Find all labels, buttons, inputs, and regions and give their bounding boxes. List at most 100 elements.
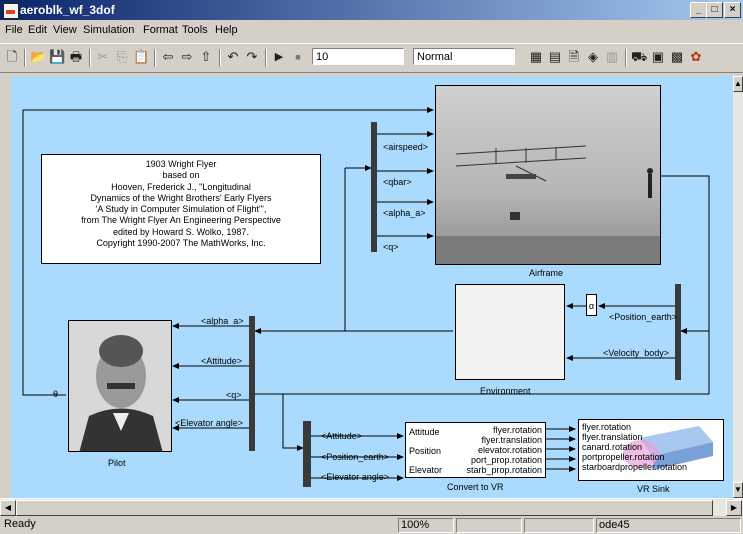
copy-icon[interactable]: ⎘ (114, 49, 130, 65)
port-label-flyer-translation: flyer.translation (481, 435, 542, 445)
back-arrow-icon[interactable]: ⇦ (160, 49, 176, 65)
start-simulation-icon[interactable]: ▶ (271, 49, 287, 65)
paste-icon[interactable]: 📋 (133, 49, 149, 65)
port-label-port-prop-rotation: port_prop.rotation (470, 455, 542, 465)
signal-label-elevator-angle: <Elevator angle> (321, 472, 390, 482)
open-folder-icon[interactable]: 📂 (30, 49, 46, 65)
signal-line (282, 394, 304, 451)
wright-flyer-photo (436, 145, 660, 264)
save-icon[interactable]: 💾 (49, 49, 65, 65)
note-line: edited by Howard S. Wolko, 1987. (113, 226, 249, 237)
environment-block[interactable] (455, 284, 565, 380)
stop-time-input[interactable]: 10 (312, 48, 404, 65)
status-panel (524, 518, 594, 533)
pilot-label: Pilot (108, 458, 126, 468)
signal-label-q: <q> (383, 242, 399, 252)
profiler-icon[interactable]: ✿ (688, 49, 704, 65)
menu-view[interactable]: View (53, 24, 77, 36)
model-advisor-icon[interactable]: 🗎 (566, 49, 582, 65)
signal-label-alpha-a: <alpha_a> (201, 316, 244, 326)
title-bar: aeroblk_wf_3dof _ □ × (0, 0, 743, 20)
convert-to-vr-block[interactable]: Attitude Position Elevator flyer.rotatio… (405, 422, 546, 478)
pilot-portrait (79, 335, 163, 451)
signal-label-theta: θ (53, 389, 59, 399)
scroll-down-icon[interactable]: ▼ (733, 482, 743, 498)
port-label-starb-prop-rotation: starb_prop.rotation (466, 465, 542, 475)
toolbar-separator (154, 49, 156, 67)
scroll-left-icon[interactable]: ◀ (0, 500, 16, 516)
port-label-attitude: Attitude (409, 427, 440, 437)
menu-tools[interactable]: Tools (182, 24, 208, 36)
delay-block[interactable]: α (586, 294, 597, 316)
signal-label-attitude: <Attitude> (321, 431, 363, 441)
debug-icon[interactable]: ⛟ (631, 49, 647, 65)
environment-bus-selector[interactable] (675, 284, 681, 380)
print-icon[interactable]: 🖶 (68, 49, 84, 65)
vr-sink-label: VR Sink (637, 484, 670, 494)
up-arrow-icon[interactable]: ⇧ (198, 49, 214, 65)
scroll-up-icon[interactable]: ▲ (733, 76, 743, 92)
horizontal-scrollbar[interactable]: ◀ ▶ (0, 498, 743, 517)
vr-sink-block[interactable]: flyer.rotation flyer.translation canard.… (578, 419, 724, 481)
inspector-icon[interactable]: ▩ (669, 49, 685, 65)
new-file-icon[interactable]: 🗋 (4, 49, 20, 65)
signal-label-position-earth: <Position_earth> (609, 312, 678, 322)
toolbar-separator (265, 49, 267, 67)
port-label-elevator: Elevator (409, 465, 443, 475)
airframe-bus-selector[interactable] (371, 122, 377, 252)
model-explorer-icon[interactable]: ▥ (604, 49, 620, 65)
simulation-mode-select[interactable]: Normal (413, 48, 515, 65)
maximize-button[interactable]: □ (706, 2, 723, 18)
close-button[interactable]: × (724, 2, 741, 18)
pilot-bus-selector[interactable] (249, 316, 255, 451)
simulink-app-icon (3, 3, 19, 19)
window-title: aeroblk_wf_3dof (20, 3, 115, 17)
port-label-flyer-rotation: flyer.rotation (492, 425, 542, 435)
minimize-button[interactable]: _ (690, 2, 707, 18)
note-line: from The Wright Flyer An Engineering Per… (81, 215, 281, 226)
signal-label-velocity-body: <Velocity_body> (603, 348, 670, 358)
scope-icon[interactable]: ▣ (650, 49, 666, 65)
signal-label-position-earth: <Position_earth> (321, 452, 390, 462)
cut-icon[interactable]: ✂ (95, 49, 111, 65)
vr-port-flyer-translation: flyer.translation (582, 432, 643, 442)
scroll-thumb[interactable] (16, 500, 713, 516)
airframe-block[interactable] (435, 85, 661, 265)
update-diagram-icon[interactable]: ▤ (547, 49, 563, 65)
toolbar-separator (219, 49, 221, 67)
vr-port-canard-rotation: canard.rotation (582, 442, 643, 452)
vertical-scrollbar[interactable]: ▲ ▼ (733, 76, 743, 498)
zoom-level: 100% (398, 518, 454, 533)
note-line: 1903 Wright Flyer (145, 159, 217, 169)
vr-bus-selector[interactable] (303, 421, 311, 487)
toolbar: 🗋 📂 💾 🖶 ✂ ⎘ 📋 ⇦ ⇨ ⇧ ↶ ↷ ▶ ■ 10 Normal ▼ … (0, 43, 743, 109)
signal-line (661, 175, 710, 334)
menu-edit[interactable]: Edit (28, 24, 47, 36)
note-line: based on (162, 170, 200, 181)
menu-bar: File Edit View Simulation Format Tools H… (0, 20, 743, 42)
stop-simulation-icon[interactable]: ■ (290, 49, 306, 65)
port-label-position: Position (409, 446, 442, 456)
menu-file[interactable]: File (5, 24, 23, 36)
note-line: Dynamics of the Wright Brothers' Early F… (90, 192, 272, 203)
signal-label-airspeed: <airspeed> (383, 142, 429, 152)
solver-name: ode45 (596, 518, 741, 533)
menu-format[interactable]: Format (143, 24, 178, 36)
menu-simulation[interactable]: Simulation (83, 24, 134, 36)
pilot-block[interactable] (68, 320, 172, 452)
model-canvas[interactable]: 1903 Wright Flyer based on Hooven, Frede… (11, 76, 733, 498)
build-icon[interactable]: ▦ (528, 49, 544, 65)
model-info-annotation[interactable]: 1903 Wright Flyer based on Hooven, Frede… (41, 154, 321, 264)
status-text: Ready (4, 518, 36, 530)
signal-label-attitude: <Attitude> (201, 356, 243, 366)
port-label-elevator-rotation: elevator.rotation (477, 445, 542, 455)
status-bar: Ready 100% ode45 (0, 516, 743, 534)
scroll-right-icon[interactable]: ▶ (726, 500, 742, 516)
library-browser-icon[interactable]: ◈ (585, 49, 601, 65)
redo-icon[interactable]: ↷ (244, 49, 260, 65)
forward-arrow-icon[interactable]: ⇨ (179, 49, 195, 65)
note-line: Hooven, Frederick J., "Longitudinal (111, 181, 251, 192)
note-line: Copyright 1990-2007 The MathWorks, Inc. (96, 238, 266, 249)
menu-help[interactable]: Help (215, 24, 238, 36)
undo-icon[interactable]: ↶ (225, 49, 241, 65)
